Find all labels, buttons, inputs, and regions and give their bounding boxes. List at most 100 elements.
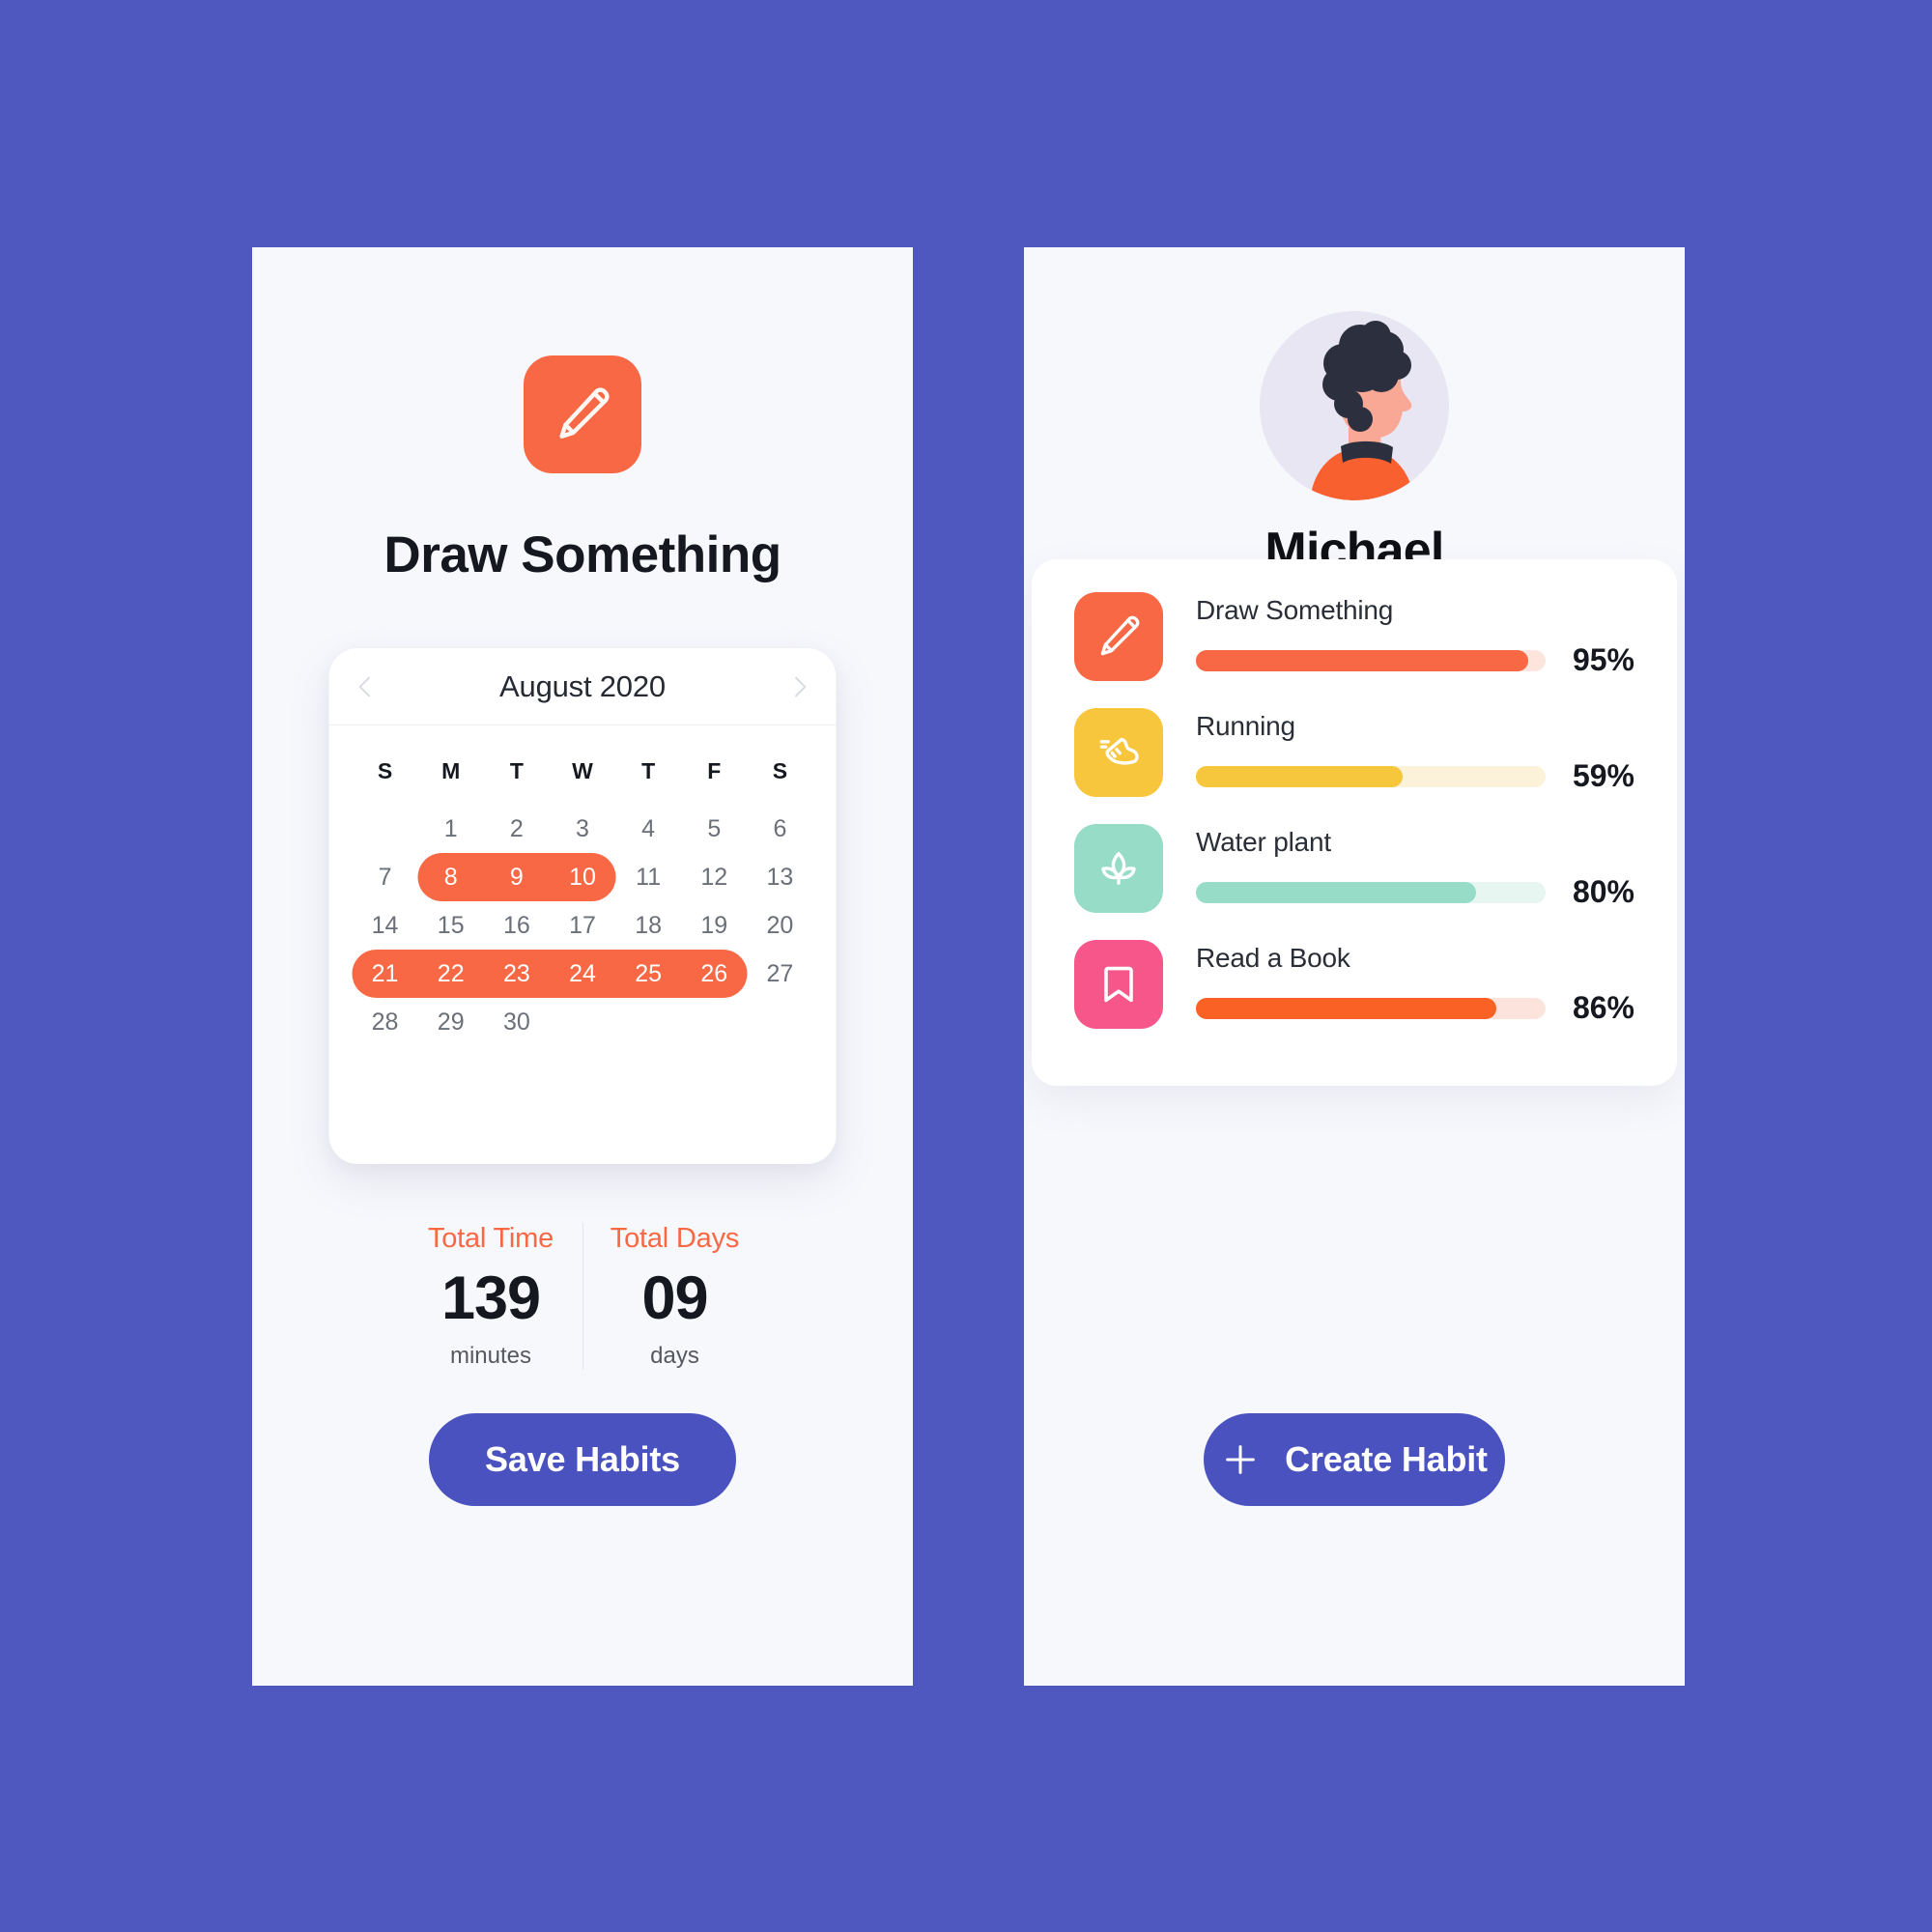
habit-row[interactable]: Running 59% bbox=[1074, 708, 1634, 797]
calendar-day-name: W bbox=[572, 757, 593, 783]
habit-progress-fill bbox=[1196, 649, 1528, 671]
stat-unit: minutes bbox=[449, 1343, 532, 1369]
habit-main: Running 59% bbox=[1196, 711, 1634, 794]
calendar-day-cell[interactable]: 17 bbox=[550, 901, 615, 950]
chevron-left-icon[interactable] bbox=[347, 668, 385, 706]
pencil-icon bbox=[1074, 592, 1163, 681]
calendar-header: August 2020 bbox=[328, 648, 837, 725]
habit-list: Draw Something 95% Running 59% Water plant 80… bbox=[1074, 592, 1634, 1029]
habit-row[interactable]: Draw Something 95% bbox=[1074, 592, 1634, 681]
calendar-day-names-row: SMTWTFS bbox=[353, 751, 813, 791]
calendar-week-row: 123456 bbox=[353, 805, 813, 853]
habit-progress-wrap: 80% bbox=[1196, 874, 1634, 910]
calendar-day-cell[interactable]: 18 bbox=[615, 901, 681, 950]
calendar-day-cell[interactable]: 20 bbox=[747, 901, 812, 950]
habit-name: Water plant bbox=[1196, 827, 1331, 857]
avatar bbox=[1260, 311, 1449, 500]
plus-icon bbox=[1221, 1440, 1260, 1479]
calendar-day-cell[interactable]: 23 bbox=[484, 950, 550, 998]
habit-progress-wrap: 59% bbox=[1196, 758, 1634, 794]
save-habits-label: Save Habits bbox=[485, 1439, 680, 1479]
habit-row[interactable]: Water plant 80% bbox=[1074, 824, 1634, 913]
calendar-day-cell[interactable]: 2 bbox=[484, 805, 550, 853]
calendar-day-cell[interactable]: 12 bbox=[681, 853, 747, 901]
habit-main: Draw Something 95% bbox=[1196, 595, 1634, 678]
calendar-day-cell[interactable]: 28 bbox=[353, 998, 418, 1046]
calendar-week-row: 7 8 9 10 11 12 13 bbox=[353, 853, 813, 901]
calendar-day-cell[interactable]: 4 bbox=[615, 805, 681, 853]
habit-percent-label: 59% bbox=[1572, 758, 1634, 793]
calendar-month-label: August 2020 bbox=[499, 668, 666, 703]
habit-main: Read a Book 86% bbox=[1196, 943, 1634, 1026]
habit-progress-fill bbox=[1196, 881, 1476, 903]
stat-value: 139 bbox=[440, 1264, 541, 1332]
habit-row[interactable]: Read a Book 86% bbox=[1074, 940, 1634, 1029]
stat-unit: days bbox=[650, 1343, 699, 1369]
habit-detail-screen: Draw Something August 2020 SMTWTFS 12345… bbox=[252, 247, 913, 1686]
habit-main: Water plant 80% bbox=[1196, 827, 1634, 910]
habit-name: Read a Book bbox=[1196, 943, 1350, 973]
profile-screen: Michael Artist Draw Something95%Running5… bbox=[1024, 247, 1685, 1686]
calendar-day-cell[interactable]: 7 bbox=[353, 853, 418, 901]
screenshot-stage: Draw Something August 2020 SMTWTFS 12345… bbox=[0, 0, 1932, 1932]
calendar-day-name: S bbox=[772, 757, 788, 783]
pencil-icon bbox=[524, 355, 641, 473]
habit-name: Running bbox=[1196, 711, 1295, 741]
calendar-day-cell[interactable]: 19 bbox=[681, 901, 747, 950]
calendar-day-cell[interactable]: 10 bbox=[550, 853, 615, 901]
calendar-day-cell[interactable]: 1 bbox=[418, 805, 484, 853]
calendar-day-cell[interactable]: 30 bbox=[484, 998, 550, 1046]
calendar-day-name: F bbox=[707, 757, 722, 783]
calendar-day-name: S bbox=[377, 757, 393, 783]
habit-progress-wrap: 86% bbox=[1196, 990, 1634, 1026]
stat-label: Total Days bbox=[610, 1223, 740, 1254]
calendar-day-cell[interactable]: 13 bbox=[747, 853, 812, 901]
calendar-day-cell[interactable]: 6 bbox=[747, 805, 812, 853]
habit-progress-fill bbox=[1196, 997, 1497, 1019]
calendar-week-row: 28 29 30 bbox=[353, 998, 813, 1046]
calendar-day-cell[interactable]: 24 bbox=[550, 950, 615, 998]
chevron-right-icon[interactable] bbox=[781, 668, 819, 706]
calendar-day-name: T bbox=[641, 757, 656, 783]
habit-progress-fill bbox=[1196, 765, 1403, 787]
calendar-day-cell[interactable]: 15 bbox=[418, 901, 484, 950]
calendar-day-cell[interactable]: 22 bbox=[418, 950, 484, 998]
calendar-card: August 2020 SMTWTFS 1 2 3 4 5 6 7 8 9 10 11 12 13 14 1… bbox=[328, 648, 837, 1164]
calendar-day-name: M bbox=[441, 757, 461, 783]
calendar-day-cell[interactable]: 3 bbox=[550, 805, 615, 853]
calendar-day-cell[interactable]: 27 bbox=[747, 950, 812, 998]
stat-label: Total Time bbox=[427, 1223, 554, 1254]
stat-value: 09 bbox=[641, 1264, 708, 1332]
calendar-grid: SMTWTFS 1 2 3 4 5 6 7 8 9 10 11 12 13 14 15 16 17 18 19 20 2… bbox=[329, 725, 837, 1046]
habit-percent-label: 86% bbox=[1572, 990, 1634, 1025]
calendar-day-cell[interactable]: 5 bbox=[681, 805, 747, 853]
habit-progress-wrap: 95% bbox=[1196, 642, 1634, 678]
habit-progress-track bbox=[1196, 765, 1546, 787]
stat-block: Total Days 09 days bbox=[582, 1223, 766, 1370]
calendar-day-cell[interactable]: 11 bbox=[615, 853, 681, 901]
calendar-day-cell[interactable]: 8 bbox=[418, 853, 484, 901]
create-habit-button[interactable]: Create Habit bbox=[1204, 1413, 1505, 1506]
bookmark-icon bbox=[1074, 940, 1163, 1029]
calendar-day-cell[interactable]: 9 bbox=[484, 853, 550, 901]
calendar-day-name: T bbox=[509, 757, 524, 783]
page-title: Draw Something bbox=[384, 526, 781, 583]
calendar-day-cell[interactable]: 16 bbox=[484, 901, 550, 950]
habit-name: Draw Something bbox=[1196, 595, 1394, 625]
calendar-week-row: 14 15 16 17 18 19 20 bbox=[353, 901, 813, 950]
calendar-week-row: 21 22 23 24 25 26 27 bbox=[352, 950, 813, 998]
calendar-day-cell[interactable]: 21 bbox=[353, 950, 418, 998]
habit-progress-track bbox=[1196, 881, 1546, 903]
save-habits-button[interactable]: Save Habits bbox=[429, 1413, 736, 1506]
stats-row: Total Time 139 minutes Total Days 09 days bbox=[252, 1223, 913, 1370]
calendar-day-cell[interactable]: 29 bbox=[418, 998, 484, 1046]
habit-percent-label: 95% bbox=[1572, 642, 1634, 677]
calendar-day-cell[interactable]: 25 bbox=[615, 950, 681, 998]
habit-progress-track bbox=[1196, 997, 1546, 1019]
plant-leaf-icon bbox=[1074, 824, 1163, 913]
calendar-day-cell[interactable]: 14 bbox=[353, 901, 418, 950]
stat-block: Total Time 139 minutes bbox=[399, 1223, 582, 1370]
calendar-weeks: 1 2 3 4 5 6 7 8 9 10 11 12 13 14 15 16 17 18 19 20 21 22 23 24 2… bbox=[352, 805, 813, 1046]
habit-progress-track bbox=[1196, 649, 1546, 671]
calendar-day-cell[interactable]: 26 bbox=[681, 950, 747, 998]
